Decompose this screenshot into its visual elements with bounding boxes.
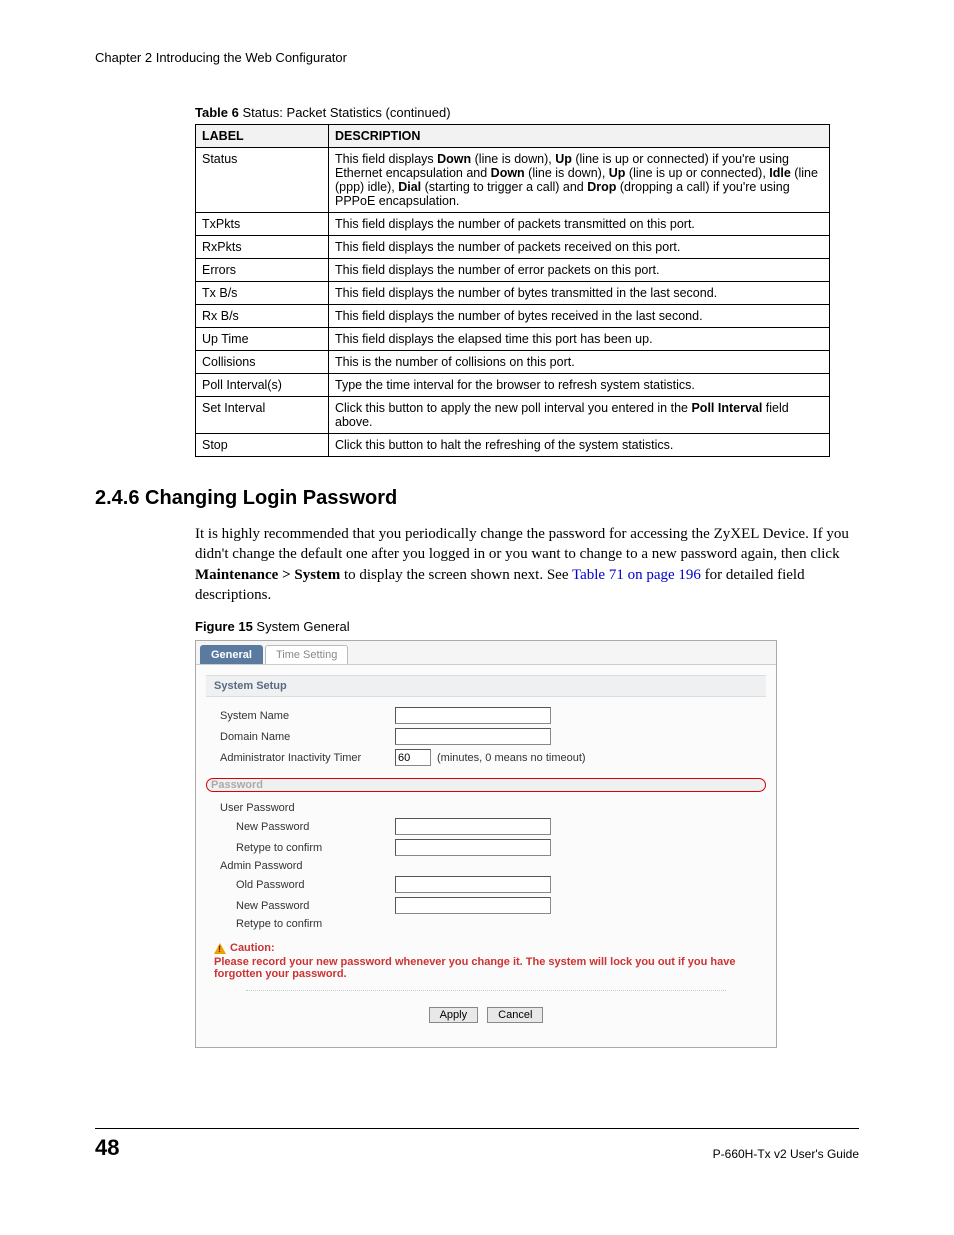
cell-label: Status [196,148,329,213]
input-admin-new-password[interactable] [395,897,551,914]
label-admin-password: Admin Password [220,860,395,872]
label-domain-name: Domain Name [220,731,395,743]
table-row: Tx B/sThis field displays the number of … [196,282,830,305]
section-bar-system-setup: System Setup [206,675,766,697]
page-footer: 48 P-660H-Tx v2 User's Guide [95,1128,859,1161]
caution-title: Caution: [230,942,275,954]
warning-icon [214,943,226,954]
th-label: LABEL [196,125,329,148]
section-paragraph: It is highly recommended that you period… [195,524,859,605]
input-admin-timer[interactable] [395,749,431,766]
section-bar-password: Password [206,778,766,792]
tab-time-setting[interactable]: Time Setting [265,645,348,664]
cell-desc: This field displays Down (line is down),… [329,148,830,213]
input-admin-old-password[interactable] [395,876,551,893]
apply-button[interactable]: Apply [429,1007,479,1023]
label-old-password: Old Password [236,879,395,891]
table-row: Set Interval Click this button to apply … [196,397,830,434]
packet-statistics-table: LABEL DESCRIPTION Status This field disp… [195,124,830,457]
cross-ref-link[interactable]: Table 71 on page 196 [572,567,701,583]
table-row: RxPktsThis field displays the number of … [196,236,830,259]
tab-bar: General Time Setting [196,641,776,665]
figure-number: Figure 15 [195,619,253,634]
table-row: Up TimeThis field displays the elapsed t… [196,328,830,351]
figure-caption: Figure 15 System General [195,619,859,634]
cancel-button[interactable]: Cancel [487,1007,543,1023]
input-user-new-password[interactable] [395,818,551,835]
section-heading: 2.4.6 Changing Login Password [95,487,859,510]
label-new-password: New Password [236,821,395,833]
caution-block: Caution: Please record your new password… [214,942,758,980]
table-row: Poll Interval(s)Type the time interval f… [196,374,830,397]
input-domain-name[interactable] [395,728,551,745]
caution-text: Please record your new password whenever… [214,956,758,980]
label-user-password: User Password [220,802,395,814]
guide-name: P-660H-Tx v2 User's Guide [713,1147,859,1161]
input-user-retype[interactable] [395,839,551,856]
hint-admin-timer: (minutes, 0 means no timeout) [437,752,586,764]
input-system-name[interactable] [395,707,551,724]
table-caption: Table 6 Status: Packet Statistics (conti… [195,105,859,120]
table-row: ErrorsThis field displays the number of … [196,259,830,282]
separator [246,990,726,991]
th-description: DESCRIPTION [329,125,830,148]
table-title: Status: Packet Statistics (continued) [239,105,451,120]
label-admin-timer: Administrator Inactivity Timer [220,752,395,764]
page-number: 48 [95,1135,119,1161]
table-row: CollisionsThis is the number of collisio… [196,351,830,374]
figure-title: System General [253,619,350,634]
table-row: Rx B/sThis field displays the number of … [196,305,830,328]
label-system-name: System Name [220,710,395,722]
label-new-password-2: New Password [236,900,395,912]
table-row: StopClick this button to halt the refres… [196,434,830,457]
chapter-header: Chapter 2 Introducing the Web Configurat… [95,50,859,65]
label-retype-2: Retype to confirm [236,918,395,930]
label-retype: Retype to confirm [236,842,395,854]
table-number: Table 6 [195,105,239,120]
tab-general[interactable]: General [200,645,263,664]
figure-system-general: General Time Setting System Setup System… [195,640,777,1048]
table-row: Status This field displays Down (line is… [196,148,830,213]
table-row: TxPktsThis field displays the number of … [196,213,830,236]
